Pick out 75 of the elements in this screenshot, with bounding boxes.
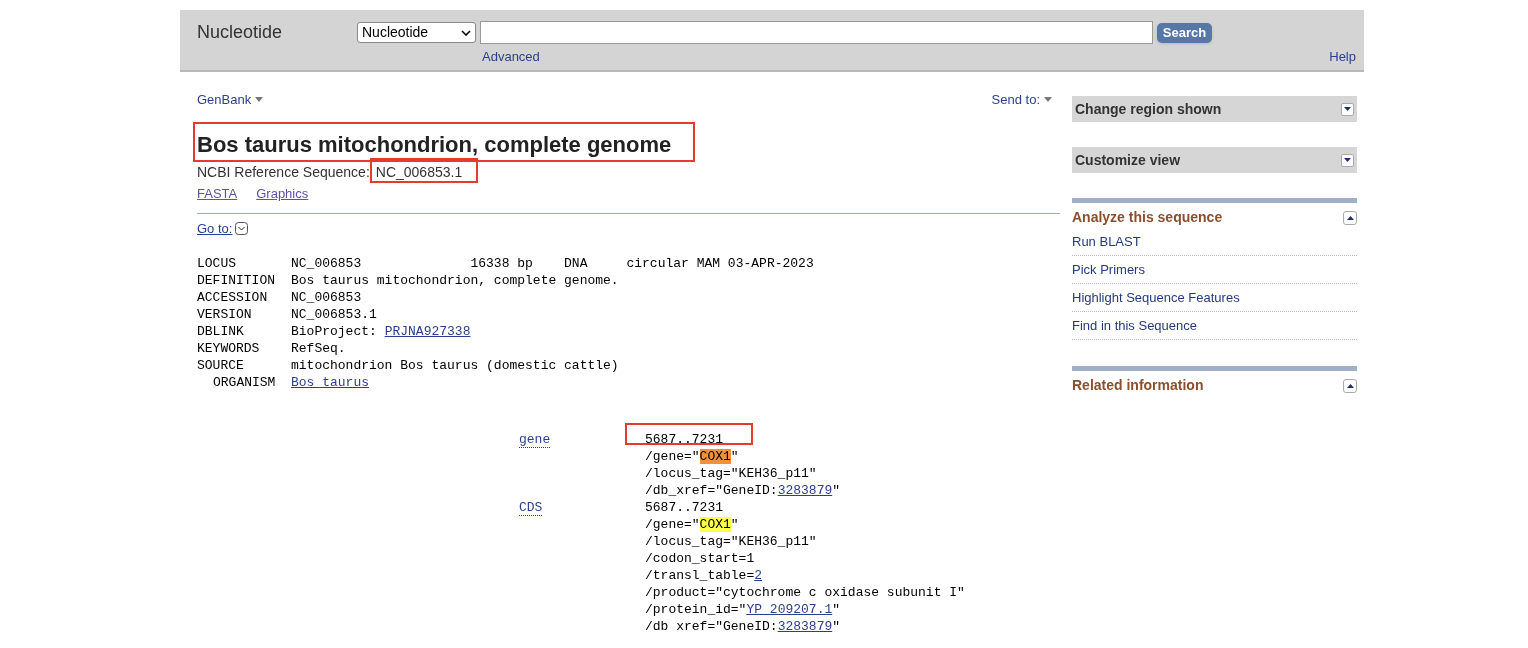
record-text: 5687..7231 [645,500,723,515]
database-title: Nucleotide [197,21,283,44]
record-text: /locus_tag="KEH36_p11" [645,466,817,481]
sequence-link[interactable]: Bos taurus [291,372,369,390]
expand-toggle-icon[interactable] [1341,102,1354,116]
refseq-id: NC_006853.1 [375,163,463,180]
field-key: LOCUS [197,253,291,271]
format-link[interactable]: Graphics [256,183,309,203]
help-link[interactable]: Help [1329,47,1356,67]
sequence-link[interactable]: YP_209207.1 [746,602,833,617]
record-text: /db_xref="GeneID: [645,483,778,498]
expanded-panel-header[interactable]: Analyze this sequence [1072,203,1357,228]
record-text: /db xref="GeneID: [645,619,778,634]
record-text: /gene=" [645,517,700,532]
record-title: Bos taurus mitochondrion, complete genome [197,131,673,158]
sequence-link[interactable]: PRJNA927338 [384,321,471,339]
expand-toggle-icon[interactable] [1341,153,1354,167]
record-text: " [832,483,841,498]
panel-title: Customize view [1075,150,1181,170]
collapse-toggle-icon[interactable] [1343,210,1357,225]
search-field[interactable] [480,21,1153,44]
refseq-label: NCBI Reference Sequence: [197,162,370,180]
record-text: " [832,619,841,634]
chevron-down-icon [461,29,471,36]
record-text: " [832,602,841,617]
record-text: Bos taurus mitochondrion, complete genome. [291,271,619,288]
field-key: SOURCE [197,355,291,373]
database-select[interactable]: Nucleotide [357,22,476,43]
go-to-link[interactable]: Go to: [197,219,233,239]
field-key: ORGANISM [197,372,291,390]
field-key: VERSION [197,304,291,322]
highlighted-term: COX1 [699,449,731,464]
record-text: /product="cytochrome c oxidase subunit I" [645,585,965,600]
record-text: RefSeq. [291,339,346,356]
feature-link[interactable]: gene [519,433,551,448]
record-text: NC_006853 16338 bp DNA circular MAM 03-APR-2023 [291,254,814,271]
panel-title: Related information [1072,376,1204,393]
collapsed-panel-header[interactable]: Customize view [1072,147,1357,173]
tool-link[interactable]: Find in this Sequence [1072,312,1357,340]
record-text: /codon_start=1 [645,551,755,566]
sequence-link[interactable]: 2 [754,568,763,583]
send-to-menu[interactable]: Send to: [991,90,1052,110]
record-text: /gene=" [645,449,700,464]
expanded-panel-header[interactable]: Related information [1072,371,1357,393]
record-text: " [730,449,739,464]
caret-icon [255,97,264,103]
field-key: DBLINK [197,321,291,339]
record-text: mitochondrion Bos taurus (domestic cattle) [291,356,619,373]
record-text: /locus_tag="KEH36_p11" [645,534,817,549]
record-text: NC_006853 [291,288,362,305]
record-text: 5687..7231 [645,432,723,447]
tool-link[interactable]: Highlight Sequence Features [1072,284,1357,312]
sequence-link[interactable]: 3283879 [777,619,833,634]
search-button[interactable]: Search [1157,23,1212,43]
highlighted-term: COX1 [699,517,731,532]
collapsed-panel-header[interactable]: Change region shown [1072,96,1357,122]
panel-title: Analyze this sequence [1072,208,1223,227]
field-key: KEYWORDS [197,338,291,356]
panel-title: Change region shown [1075,99,1222,119]
field-key: DEFINITION [197,270,291,288]
format-menu[interactable]: GenBank [197,90,264,110]
record-text: " [730,517,739,532]
record-text: NC_006853.1 [291,305,377,322]
tool-link[interactable]: Run BLAST [1072,228,1357,256]
advanced-link[interactable]: Advanced [482,47,540,67]
field-key: ACCESSION [197,287,291,305]
caret-icon [1044,97,1052,103]
record-text: /transl_table= [645,568,755,583]
record-text: /protein_id=" [645,602,747,617]
format-link[interactable]: FASTA [197,183,238,203]
sequence-link[interactable]: 3283879 [777,483,833,498]
record-text: BioProject: [291,322,378,339]
feature-link[interactable]: CDS [519,501,543,516]
tool-link[interactable]: Pick Primers [1072,256,1357,284]
collapse-toggle-icon[interactable] [1343,378,1357,393]
